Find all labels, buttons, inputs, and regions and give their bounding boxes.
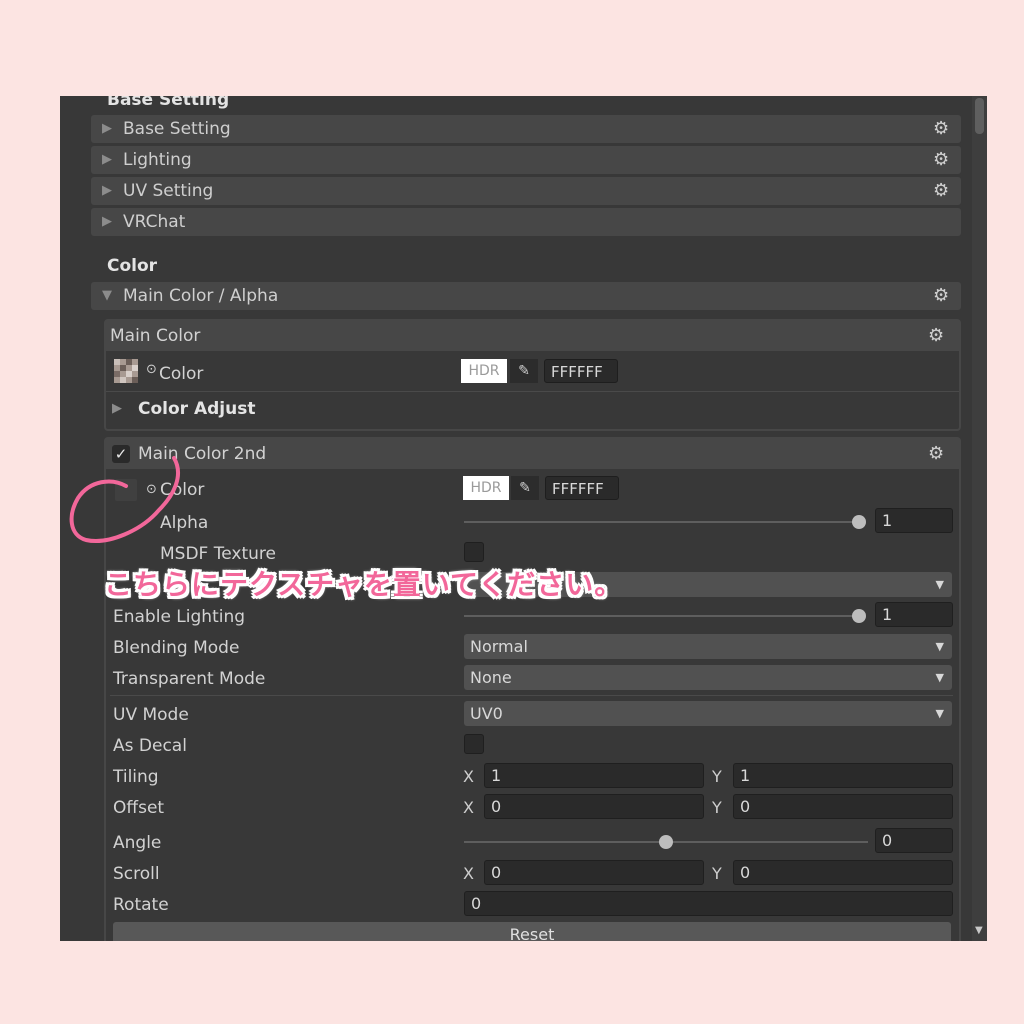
as-decal-checkbox[interactable]: [464, 734, 484, 754]
foldout-vrchat[interactable]: ▶ VRChat: [91, 208, 961, 236]
x-axis-label: X: [463, 767, 474, 786]
section-title-base-setting: Base Setting: [107, 96, 230, 110]
foldout-uv-setting[interactable]: ▶ UV Setting ⚙: [91, 177, 961, 205]
hdr-color-swatch[interactable]: HDR: [463, 476, 509, 500]
scroll-down-arrow-icon[interactable]: ▼: [975, 925, 983, 936]
transparent-mode-value: None: [470, 668, 512, 687]
transparent-mode-label: Transparent Mode: [113, 669, 266, 689]
divider: [110, 695, 953, 696]
angle-label: Angle: [113, 833, 162, 853]
eyedropper-icon[interactable]: ✎: [510, 359, 538, 383]
alpha-slider-thumb[interactable]: [852, 515, 866, 529]
msdf-checkbox[interactable]: [464, 542, 484, 562]
gear-icon[interactable]: ⚙: [928, 445, 944, 463]
blending-mode-value: Normal: [470, 637, 528, 656]
color-adjust-label[interactable]: Color Adjust: [138, 399, 255, 419]
rotate-field[interactable]: 0: [464, 891, 953, 916]
gear-icon[interactable]: ⚙: [933, 151, 949, 169]
scrollbar-thumb[interactable]: [975, 98, 984, 134]
foldout-label: Lighting: [123, 150, 192, 170]
chevron-right-icon: ▶: [102, 214, 112, 229]
main-color-title: Main Color: [110, 326, 201, 346]
section-title-color: Color: [107, 256, 158, 276]
offset-x-field[interactable]: 0: [484, 794, 704, 819]
alpha-slider-track[interactable]: [464, 521, 856, 523]
transparent-mode-dropdown[interactable]: None ▼: [464, 665, 952, 690]
texture-thumbnail[interactable]: [114, 359, 138, 383]
lighting-slider-track[interactable]: [464, 615, 856, 617]
reset-button[interactable]: Reset: [113, 922, 951, 941]
gear-icon[interactable]: ⚙: [933, 120, 949, 138]
angle-slider-thumb[interactable]: [659, 835, 673, 849]
uv-mode-dropdown[interactable]: UV0 ▼: [464, 701, 952, 726]
target-icon[interactable]: ⊙: [146, 362, 157, 377]
texture-pattern-icon: [114, 359, 138, 383]
alpha-field[interactable]: 1: [875, 508, 953, 533]
scrollbar[interactable]: ▼: [972, 96, 987, 941]
eyedropper-icon[interactable]: ✎: [511, 476, 539, 500]
inspector-panel: Base Setting ▶ Base Setting ⚙ ▶ Lighting…: [60, 96, 987, 941]
chevron-down-icon: ▼: [935, 671, 944, 684]
chevron-right-icon: ▶: [102, 121, 112, 136]
x-axis-label: X: [463, 798, 474, 817]
chevron-down-icon: ▼: [935, 640, 944, 653]
color-label: Color: [159, 364, 204, 384]
foldout-label: VRChat: [123, 212, 186, 232]
uv-mode-label: UV Mode: [113, 705, 189, 725]
foldout-base-setting[interactable]: ▶ Base Setting ⚙: [91, 115, 961, 143]
offset-label: Offset: [113, 798, 165, 818]
scroll-label: Scroll: [113, 864, 160, 884]
blending-mode-label: Blending Mode: [113, 638, 240, 658]
divider: [106, 391, 959, 392]
chevron-down-icon: ▼: [935, 707, 944, 720]
y-axis-label: Y: [712, 864, 722, 883]
hex-color-field[interactable]: FFFFFF: [544, 359, 618, 383]
chevron-down-icon: ▼: [935, 578, 944, 591]
foldout-lighting[interactable]: ▶ Lighting ⚙: [91, 146, 961, 174]
y-axis-label: Y: [712, 767, 722, 786]
chevron-right-icon: ▶: [102, 183, 112, 198]
foldout-label: UV Setting: [123, 181, 214, 201]
hdr-color-swatch[interactable]: HDR: [461, 359, 507, 383]
chevron-right-icon[interactable]: ▶: [112, 401, 122, 416]
y-axis-label: Y: [712, 798, 722, 817]
angle-field[interactable]: 0: [875, 828, 953, 853]
rotate-label: Rotate: [113, 895, 169, 915]
blending-mode-dropdown[interactable]: Normal ▼: [464, 634, 952, 659]
foldout-label: Base Setting: [123, 119, 231, 139]
main-color-2nd-header: ✓ Main Color 2nd ⚙: [106, 439, 959, 469]
main-color-box: Main Color ⚙ ⊙ Color HDR ✎ FFFFFF ▶ Colo…: [104, 319, 961, 431]
x-axis-label: X: [463, 864, 474, 883]
lighting-slider-thumb[interactable]: [852, 609, 866, 623]
chevron-right-icon: ▶: [102, 152, 112, 167]
uv-mode-value: UV0: [470, 704, 503, 723]
tiling-label: Tiling: [113, 767, 159, 787]
scroll-y-field[interactable]: 0: [733, 860, 953, 885]
annotation-text: こちらにテクスチャを置いてください。: [104, 568, 624, 601]
gear-icon[interactable]: ⚙: [933, 182, 949, 200]
gear-icon[interactable]: ⚙: [928, 327, 944, 345]
gear-icon[interactable]: ⚙: [933, 287, 949, 305]
foldout-label: Main Color / Alpha: [123, 286, 279, 306]
tiling-y-field[interactable]: 1: [733, 763, 953, 788]
offset-y-field[interactable]: 0: [733, 794, 953, 819]
foldout-main-color-alpha[interactable]: ▼ Main Color / Alpha ⚙: [91, 282, 961, 310]
main-color-header: Main Color ⚙: [106, 321, 959, 351]
chevron-down-icon: ▼: [102, 288, 112, 303]
lighting-field[interactable]: 1: [875, 602, 953, 627]
enable-lighting-label: Enable Lighting: [113, 607, 246, 627]
hex-color-field[interactable]: FFFFFF: [545, 476, 619, 500]
highlight-circle-annotation: [69, 456, 180, 543]
scroll-x-field[interactable]: 0: [484, 860, 704, 885]
tiling-x-field[interactable]: 1: [484, 763, 704, 788]
as-decal-label: As Decal: [113, 736, 187, 756]
